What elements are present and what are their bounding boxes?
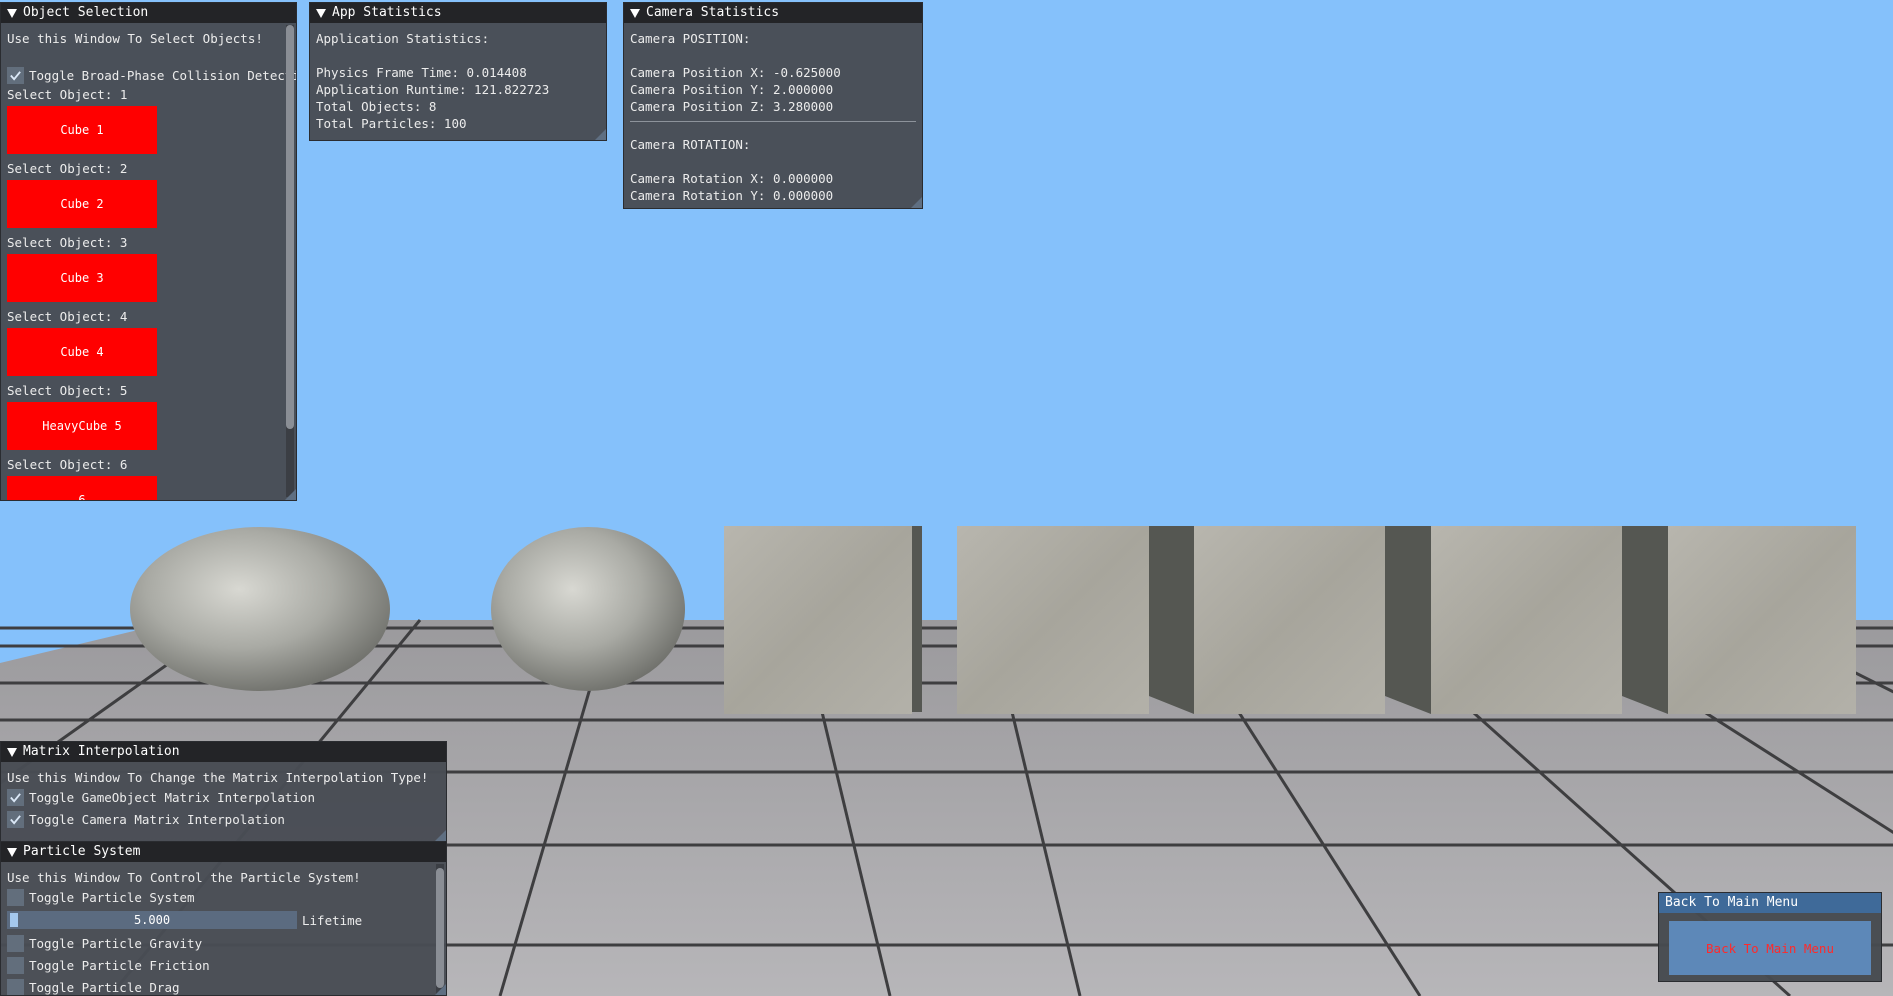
stone-cube-5 bbox=[1668, 526, 1856, 714]
object-label: Select Object: 1 bbox=[7, 87, 128, 102]
stats-heading: Application Statistics: bbox=[316, 31, 490, 46]
slider-label: Lifetime bbox=[302, 912, 363, 928]
checkbox-label: Toggle Particle Drag bbox=[29, 979, 180, 995]
camera-rotation-y: Camera Rotation Y: 0.000000 bbox=[630, 188, 834, 203]
object-label: Select Object: 5 bbox=[7, 383, 128, 398]
checkbox-unchecked-icon[interactable] bbox=[7, 978, 24, 995]
object-selection-titlebar[interactable]: Object Selection bbox=[1, 3, 296, 23]
slider-value: 5.000 bbox=[133, 913, 171, 927]
object-label: Select Object: 4 bbox=[7, 309, 128, 324]
checkbox-label: Toggle Particle Friction bbox=[29, 957, 210, 973]
checkbox-label: Toggle Particle System bbox=[29, 889, 195, 905]
application-runtime: Application Runtime: 121.822723 bbox=[316, 82, 550, 97]
vertical-scrollbar[interactable] bbox=[436, 864, 444, 994]
stone-cube-4 bbox=[1431, 526, 1668, 714]
position-heading: Camera POSITION: bbox=[630, 31, 751, 46]
collapse-arrow-icon[interactable] bbox=[7, 747, 17, 757]
stone-sphere-2 bbox=[491, 527, 685, 691]
separator bbox=[630, 121, 916, 122]
resize-grip-icon[interactable] bbox=[435, 830, 446, 841]
window-title: Particle System bbox=[23, 844, 141, 859]
physics-frame-time: Physics Frame Time: 0.014408 bbox=[316, 65, 527, 80]
checkbox-unchecked-icon[interactable] bbox=[7, 888, 24, 906]
camera-statistics-window: Camera Statistics Camera POSITION: Camer… bbox=[623, 2, 923, 209]
back-to-main-menu-window: Back To Main Menu Back To Main Menu bbox=[1658, 892, 1882, 982]
window-title: Matrix Interpolation bbox=[23, 744, 180, 759]
particle-friction-toggle[interactable]: Toggle Particle Friction bbox=[7, 954, 428, 976]
broadphase-toggle[interactable]: Toggle Broad-Phase Collision Detectio bbox=[7, 64, 296, 86]
stone-sphere-1 bbox=[130, 527, 390, 691]
window-title: Camera Statistics bbox=[646, 5, 780, 20]
collapse-arrow-icon[interactable] bbox=[316, 8, 326, 18]
select-object-button[interactable]: Cube 1 bbox=[7, 106, 157, 154]
lifetime-slider-row: 5.000 Lifetime bbox=[7, 908, 428, 932]
object-label: Select Object: 2 bbox=[7, 161, 128, 176]
scrollbar-thumb[interactable] bbox=[436, 868, 444, 988]
checkbox-checked-icon[interactable] bbox=[7, 66, 24, 84]
scrollbar-thumb[interactable] bbox=[286, 25, 294, 429]
select-object-button[interactable]: 6 bbox=[7, 476, 157, 500]
object-selection-window: Object Selection Use this Window To Sele… bbox=[0, 2, 297, 501]
camera-rotation-x: Camera Rotation X: 0.000000 bbox=[630, 171, 834, 186]
matrix-interpolation-window: Matrix Interpolation Use this Window To … bbox=[0, 741, 447, 842]
resize-grip-icon[interactable] bbox=[435, 984, 446, 995]
intro-text: Use this Window To Control the Particle … bbox=[7, 870, 361, 885]
camera-statistics-titlebar[interactable]: Camera Statistics bbox=[624, 3, 922, 23]
matrix-interpolation-titlebar[interactable]: Matrix Interpolation bbox=[1, 742, 446, 762]
rotation-heading: Camera ROTATION: bbox=[630, 137, 751, 152]
object-label: Select Object: 6 bbox=[7, 457, 128, 472]
stone-cube-3 bbox=[1194, 526, 1431, 714]
window-title: Object Selection bbox=[23, 5, 149, 20]
camera-position-z: Camera Position Z: 3.280000 bbox=[630, 99, 834, 114]
checkbox-label: Toggle Camera Matrix Interpolation bbox=[29, 811, 285, 827]
select-object-button[interactable]: Cube 4 bbox=[7, 328, 157, 376]
back-to-main-menu-button[interactable]: Back To Main Menu bbox=[1669, 921, 1871, 975]
particle-gravity-toggle[interactable]: Toggle Particle Gravity bbox=[7, 932, 428, 954]
stone-cube-2 bbox=[957, 526, 1194, 714]
particle-system-titlebar[interactable]: Particle System bbox=[1, 842, 446, 862]
resize-grip-icon[interactable] bbox=[911, 197, 922, 208]
resize-grip-icon[interactable] bbox=[285, 489, 296, 500]
lifetime-slider[interactable]: 5.000 bbox=[7, 911, 297, 929]
total-objects: Total Objects: 8 bbox=[316, 99, 437, 114]
select-object-button[interactable]: Cube 3 bbox=[7, 254, 157, 302]
window-title: App Statistics bbox=[332, 5, 442, 20]
checkbox-label: Toggle Particle Gravity bbox=[29, 935, 203, 951]
camera-position-y: Camera Position Y: 2.000000 bbox=[630, 82, 834, 97]
window-title: Back To Main Menu bbox=[1665, 895, 1799, 910]
app-statistics-window: App Statistics Application Statistics: P… bbox=[309, 2, 607, 141]
checkbox-unchecked-icon[interactable] bbox=[7, 956, 24, 974]
slider-grab-handle[interactable] bbox=[10, 913, 18, 927]
particle-system-window: Particle System Use this Window To Contr… bbox=[0, 841, 447, 996]
resize-grip-icon[interactable] bbox=[595, 129, 606, 140]
object-list: Select Object: 1 Cube 1 Select Object: 2… bbox=[7, 86, 280, 500]
back-menu-titlebar[interactable]: Back To Main Menu bbox=[1659, 893, 1881, 913]
collapse-arrow-icon[interactable] bbox=[630, 8, 640, 18]
checkbox-checked-icon[interactable] bbox=[7, 810, 24, 828]
particle-system-toggle[interactable]: Toggle Particle System bbox=[7, 886, 428, 908]
camera-interpolation-toggle[interactable]: Toggle Camera Matrix Interpolation bbox=[7, 808, 440, 830]
collapse-arrow-icon[interactable] bbox=[7, 8, 17, 18]
vertical-scrollbar[interactable] bbox=[286, 25, 294, 497]
gameobject-interpolation-toggle[interactable]: Toggle GameObject Matrix Interpolation bbox=[7, 786, 440, 808]
total-particles: Total Particles: 100 bbox=[316, 116, 467, 131]
collapse-arrow-icon[interactable] bbox=[7, 847, 17, 857]
checkbox-checked-icon[interactable] bbox=[7, 788, 24, 806]
checkbox-label: Toggle Broad-Phase Collision Detectio bbox=[29, 67, 297, 83]
select-object-button[interactable]: HeavyCube 5 bbox=[7, 402, 157, 450]
checkbox-unchecked-icon[interactable] bbox=[7, 934, 24, 952]
checkbox-label: Toggle GameObject Matrix Interpolation bbox=[29, 789, 315, 805]
select-object-button[interactable]: Cube 2 bbox=[7, 180, 157, 228]
object-label: Select Object: 3 bbox=[7, 235, 128, 250]
intro-text: Use this Window To Select Objects! bbox=[7, 31, 263, 46]
particle-drag-toggle[interactable]: Toggle Particle Drag bbox=[7, 976, 428, 995]
app-statistics-titlebar[interactable]: App Statistics bbox=[310, 3, 606, 23]
stone-cube-1 bbox=[724, 526, 922, 714]
camera-position-x: Camera Position X: -0.625000 bbox=[630, 65, 841, 80]
intro-text: Use this Window To Change the Matrix Int… bbox=[7, 770, 429, 785]
